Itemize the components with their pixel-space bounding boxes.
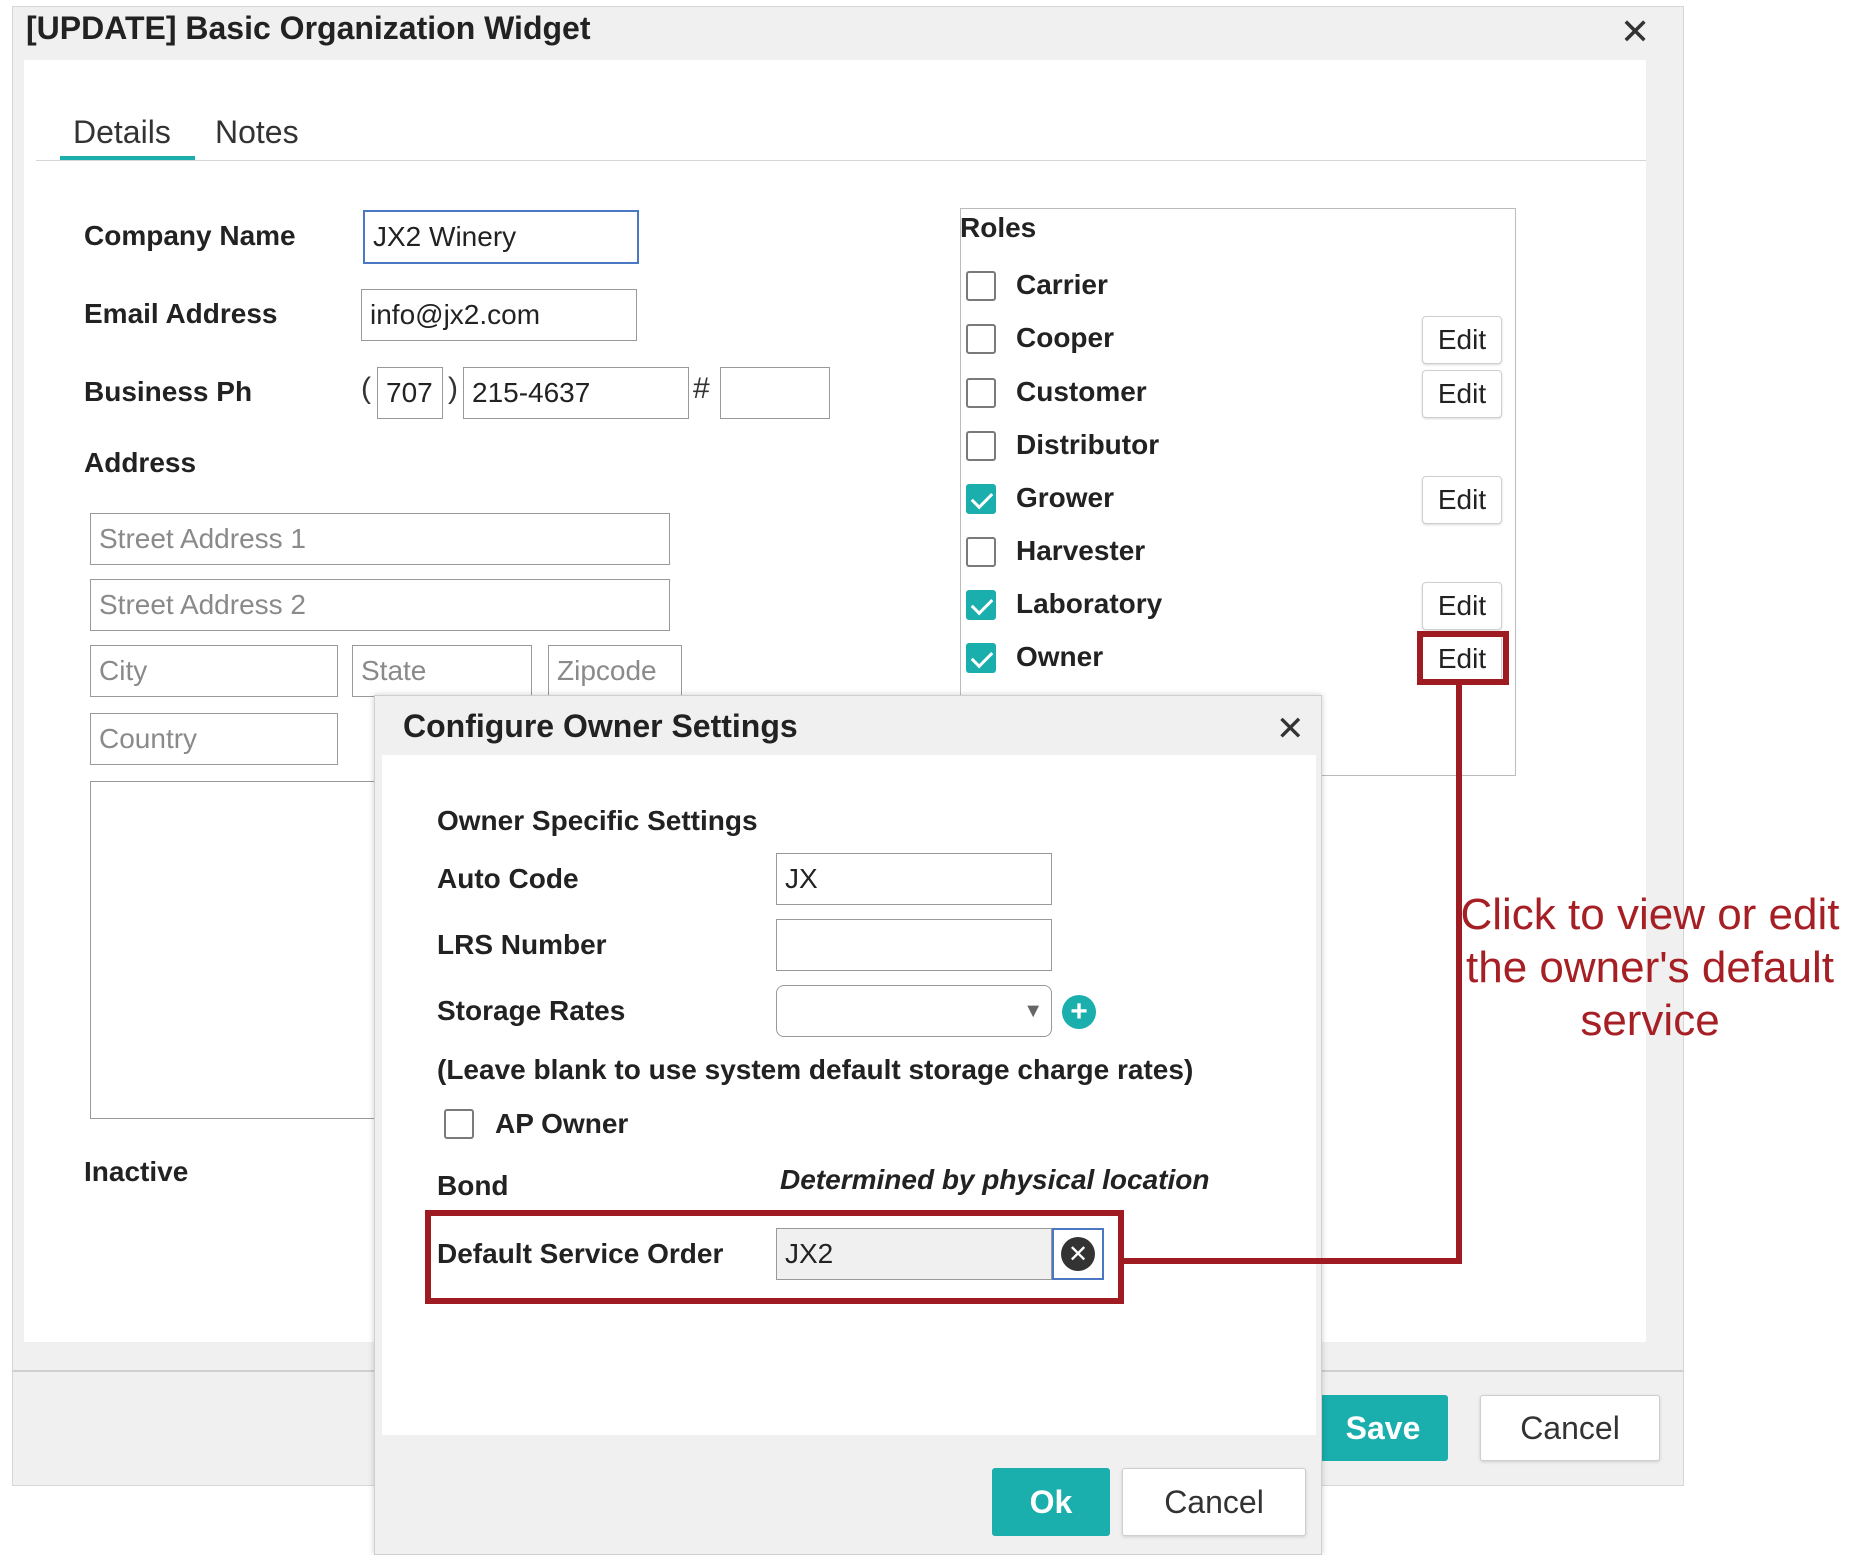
widget-title: [UPDATE] Basic Organization Widget — [26, 10, 591, 46]
save-button[interactable]: Save — [1318, 1395, 1448, 1461]
phone-open-paren: ( — [361, 372, 371, 405]
address-label: Address — [84, 447, 197, 478]
phone-number-input[interactable]: 215-4637 — [463, 367, 689, 419]
address-map-area — [90, 781, 390, 1119]
country-input[interactable]: Country — [90, 713, 338, 765]
role-checkbox-owner[interactable] — [966, 643, 996, 673]
cancel-button[interactable]: Cancel — [1480, 1395, 1660, 1461]
bond-label: Bond — [437, 1170, 509, 1201]
close-icon[interactable]: ✕ — [1620, 14, 1650, 50]
dialog-cancel-button[interactable]: Cancel — [1122, 1468, 1306, 1536]
lrs-number-input[interactable] — [776, 919, 1052, 971]
business-phone-label: Business Ph — [84, 376, 253, 407]
callout-line-horizontal — [1124, 1258, 1462, 1264]
role-label-owner: Owner — [1016, 641, 1104, 672]
owner-edit-highlight — [1417, 631, 1509, 685]
default-service-highlight — [425, 1210, 1124, 1304]
company-name-label: Company Name — [84, 220, 296, 251]
email-input[interactable]: info@jx2.com — [361, 289, 637, 341]
role-checkbox-cooper[interactable] — [966, 324, 996, 354]
auto-code-label: Auto Code — [437, 863, 579, 894]
roles-title: Roles — [960, 212, 1037, 243]
ap-owner-checkbox[interactable] — [444, 1109, 474, 1139]
role-edit-button-customer[interactable]: Edit — [1422, 370, 1502, 418]
street-address-2-input[interactable]: Street Address 2 — [90, 579, 670, 631]
tab-details[interactable]: Details — [73, 114, 171, 151]
storage-rates-hint: (Leave blank to use system default stora… — [437, 1054, 1194, 1085]
email-label: Email Address — [84, 298, 278, 329]
role-label-harvester: Harvester — [1016, 535, 1146, 566]
role-label-laboratory: Laboratory — [1016, 588, 1163, 619]
phone-ext-hash: # — [693, 372, 710, 405]
owner-settings-section-title: Owner Specific Settings — [437, 805, 758, 836]
street-address-1-input[interactable]: Street Address 1 — [90, 513, 670, 565]
tab-notes[interactable]: Notes — [215, 114, 299, 151]
phone-extension-input[interactable] — [720, 367, 830, 419]
zipcode-input[interactable]: Zipcode — [548, 645, 682, 697]
role-edit-button-grower[interactable]: Edit — [1422, 476, 1502, 524]
role-label-carrier: Carrier — [1016, 269, 1108, 300]
role-label-customer: Customer — [1016, 376, 1147, 407]
phone-area-code-input[interactable]: 707 — [377, 367, 443, 419]
ok-button[interactable]: Ok — [992, 1468, 1110, 1536]
ap-owner-label: AP Owner — [495, 1108, 629, 1139]
storage-rates-label: Storage Rates — [437, 995, 626, 1026]
role-label-distributor: Distributor — [1016, 429, 1160, 460]
phone-close-paren: ) — [448, 372, 458, 405]
auto-code-input[interactable]: JX — [776, 853, 1052, 905]
city-input[interactable]: City — [90, 645, 338, 697]
add-storage-rate-icon[interactable]: + — [1062, 995, 1096, 1029]
storage-rates-select[interactable]: ▼ — [776, 985, 1052, 1037]
dialog-title: Configure Owner Settings — [403, 708, 798, 744]
company-name-input[interactable]: JX2 Winery — [363, 210, 639, 264]
state-input[interactable]: State — [352, 645, 532, 697]
lrs-number-label: LRS Number — [437, 929, 607, 960]
role-checkbox-grower[interactable] — [966, 484, 996, 514]
role-checkbox-harvester[interactable] — [966, 537, 996, 567]
role-checkbox-distributor[interactable] — [966, 431, 996, 461]
tabs-divider — [36, 160, 1646, 161]
close-icon[interactable]: ✕ — [1276, 712, 1305, 746]
annotation-note: Click to view or edit the owner's defaul… — [1460, 890, 1840, 1045]
role-checkbox-laboratory[interactable] — [966, 590, 996, 620]
role-edit-button-cooper[interactable]: Edit — [1422, 316, 1502, 364]
bond-value: Determined by physical location — [780, 1164, 1210, 1195]
chevron-down-icon: ▼ — [1023, 999, 1043, 1022]
role-label-cooper: Cooper — [1016, 322, 1114, 353]
role-checkbox-customer[interactable] — [966, 378, 996, 408]
role-edit-button-laboratory[interactable]: Edit — [1422, 582, 1502, 630]
inactive-label: Inactive — [84, 1156, 189, 1187]
role-checkbox-carrier[interactable] — [966, 271, 996, 301]
role-label-grower: Grower — [1016, 482, 1115, 513]
